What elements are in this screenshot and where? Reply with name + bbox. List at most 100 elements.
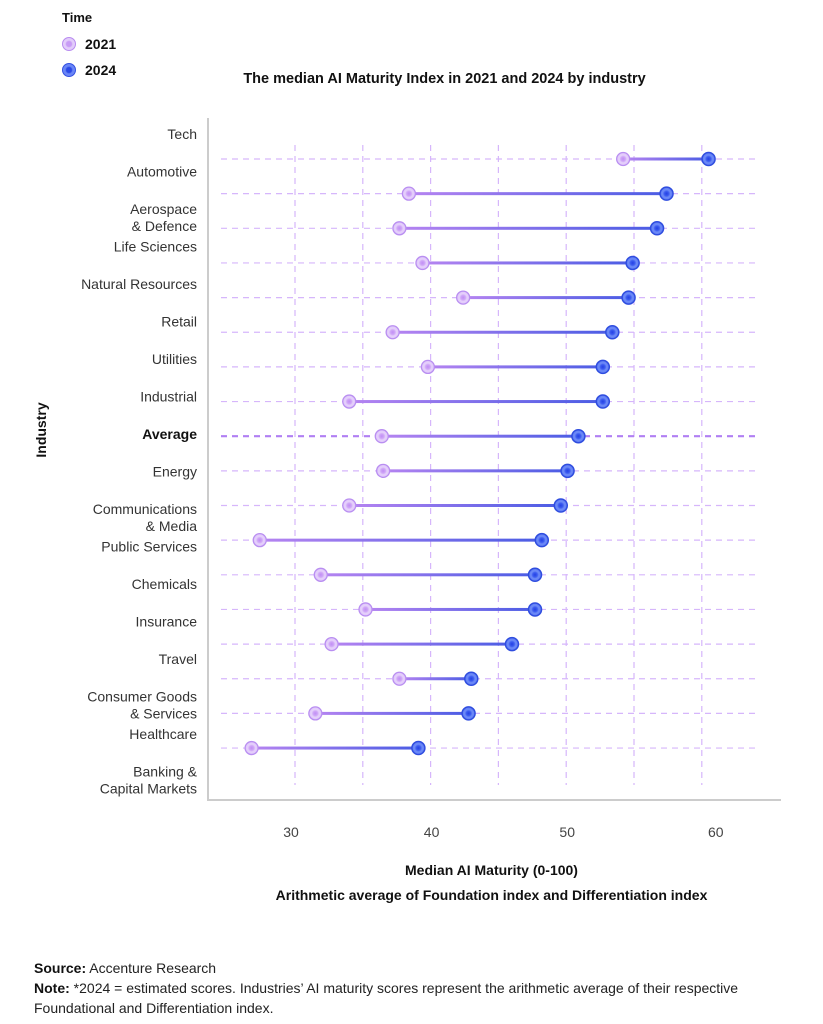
connector-line xyxy=(365,607,536,611)
dumbbell-11[interactable] xyxy=(252,532,550,548)
source-line: Source: Accenture Research xyxy=(34,958,794,978)
point-2021[interactable] xyxy=(401,186,417,201)
point-2021[interactable] xyxy=(375,463,391,479)
point-2021[interactable] xyxy=(392,221,407,236)
y-label-banking-capital-markets: Banking & Capital Markets xyxy=(100,764,198,797)
point-2021[interactable] xyxy=(374,429,389,444)
point-2021[interactable] xyxy=(616,151,631,167)
point-2024[interactable] xyxy=(595,359,611,375)
y-label-energy: Energy xyxy=(153,464,197,480)
y-label-average: Average xyxy=(142,426,197,442)
connector-line xyxy=(422,261,633,265)
connector-line xyxy=(381,434,579,438)
connector-line xyxy=(320,573,536,577)
dumbbell-13[interactable] xyxy=(358,602,543,617)
point-2021[interactable] xyxy=(244,740,259,756)
connector-line xyxy=(408,192,667,196)
point-2021[interactable] xyxy=(313,567,328,582)
note-label: Note: xyxy=(34,980,70,996)
y-label-natural-resources: Natural Resources xyxy=(81,276,197,292)
point-2024[interactable] xyxy=(464,671,479,686)
y-label-communications-media: Communications & Media xyxy=(93,501,197,534)
connector-line xyxy=(259,538,542,542)
point-2021[interactable] xyxy=(324,636,339,652)
dumbbell-10[interactable] xyxy=(342,498,569,513)
dumbbell-17[interactable] xyxy=(244,740,426,756)
point-2021[interactable] xyxy=(455,290,471,305)
point-2021[interactable] xyxy=(358,602,373,617)
connector-line xyxy=(427,365,603,369)
y-label-chemicals: Chemicals xyxy=(132,576,197,592)
point-2021[interactable] xyxy=(308,706,323,721)
point-2024[interactable] xyxy=(461,706,476,721)
point-2021[interactable] xyxy=(392,671,407,686)
source-text: Accenture Research xyxy=(89,960,217,976)
dumbbell-2[interactable] xyxy=(392,221,665,236)
dumbbell-9[interactable] xyxy=(375,463,575,479)
dumbbell-16[interactable] xyxy=(308,706,476,721)
y-label-insurance: Insurance xyxy=(136,614,198,630)
x-tick-labels: 30 40 50 60 xyxy=(283,824,724,840)
point-2021[interactable] xyxy=(415,255,430,271)
dumbbell-3[interactable] xyxy=(415,255,640,271)
point-2024[interactable] xyxy=(701,151,716,167)
dumbbell-5[interactable] xyxy=(385,325,620,340)
dumbbell-14[interactable] xyxy=(324,636,520,652)
grid xyxy=(221,145,760,785)
point-2021[interactable] xyxy=(342,498,357,513)
point-2021[interactable] xyxy=(420,359,436,375)
point-2021[interactable] xyxy=(252,533,267,548)
point-2021[interactable] xyxy=(385,325,400,340)
y-label-public-services: Public Services xyxy=(101,539,197,555)
dumbbell-7[interactable] xyxy=(342,394,611,409)
note-line: Note: *2024 = estimated scores. Industri… xyxy=(34,978,794,1018)
dumbbell-6[interactable] xyxy=(420,359,611,375)
y-label-tech: Tech xyxy=(167,126,197,142)
point-2024[interactable] xyxy=(504,636,520,652)
data-marks xyxy=(244,151,716,756)
y-label-travel: Travel xyxy=(159,651,197,667)
dumbbell-15[interactable] xyxy=(392,671,479,686)
x-tick-40: 40 xyxy=(424,824,440,840)
x-tick-60: 60 xyxy=(708,824,724,840)
y-axis-title: Industry xyxy=(33,402,49,458)
dumbbell-4[interactable] xyxy=(455,290,636,305)
point-2024[interactable] xyxy=(527,602,543,617)
point-2024[interactable] xyxy=(411,740,426,756)
y-label-aerospace-defence: Aerospace & Defence xyxy=(130,201,197,234)
connector-line xyxy=(331,642,512,646)
y-label-healthcare: Healthcare xyxy=(129,726,197,742)
dumbbell-12[interactable] xyxy=(313,567,543,583)
point-2024[interactable] xyxy=(621,290,636,305)
point-2024[interactable] xyxy=(625,255,640,271)
point-2021[interactable] xyxy=(342,394,357,409)
connector-line xyxy=(399,226,658,230)
y-label-automotive: Automotive xyxy=(127,164,197,180)
connector-line xyxy=(392,330,613,334)
y-label-life-sciences: Life Sciences xyxy=(114,239,197,255)
point-2024[interactable] xyxy=(649,221,665,236)
point-2024[interactable] xyxy=(553,498,569,513)
note-text: *2024 = estimated scores. Industries’ AI… xyxy=(34,980,739,1016)
connector-line xyxy=(349,400,603,404)
point-2024[interactable] xyxy=(534,532,550,548)
connector-line xyxy=(349,504,561,507)
axes xyxy=(207,118,781,801)
point-2024[interactable] xyxy=(659,186,674,201)
x-tick-30: 30 xyxy=(283,824,299,840)
point-2024[interactable] xyxy=(571,428,586,444)
y-label-utilities: Utilities xyxy=(152,351,197,367)
point-2024[interactable] xyxy=(560,463,575,479)
y-label-industrial: Industrial xyxy=(140,389,197,405)
point-2024[interactable] xyxy=(527,567,543,583)
point-2024[interactable] xyxy=(605,325,620,340)
dumbbell-0[interactable] xyxy=(616,151,716,167)
point-2024[interactable] xyxy=(595,394,611,409)
x-tick-50: 50 xyxy=(559,824,575,840)
connector-line xyxy=(251,746,419,750)
dumbbell-chart: Tech Automotive Aerospace & Defence Life Sci… xyxy=(81,118,781,840)
dumbbell-8[interactable] xyxy=(374,428,586,444)
x-axis-subtitle: Arithmetic average of Foundation index a… xyxy=(275,887,708,903)
connector-line xyxy=(623,157,709,161)
dumbbell-1[interactable] xyxy=(401,186,674,201)
